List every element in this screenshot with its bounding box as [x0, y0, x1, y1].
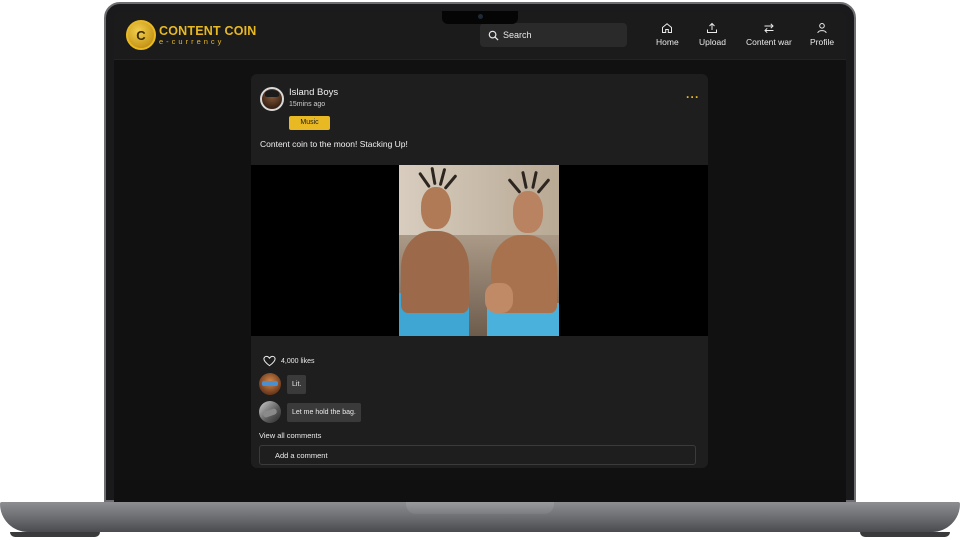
- avatar-glasses: [262, 381, 278, 386]
- comment-text: Let me hold the bag.: [287, 402, 361, 422]
- commenter-avatar[interactable]: [259, 401, 281, 423]
- likes-row: 4,000 likes: [263, 355, 314, 367]
- avatar-hair: [265, 90, 279, 97]
- commenter-avatar[interactable]: [259, 373, 281, 395]
- post-card: Island Boys 15mins ago Music ··· Content…: [251, 74, 708, 468]
- upload-icon: [707, 22, 718, 33]
- profile-icon: [817, 23, 827, 34]
- coin-logo-icon: C: [126, 20, 156, 50]
- video-head-left: [421, 187, 451, 229]
- view-all-comments-link[interactable]: View all comments: [259, 431, 321, 440]
- likes-count: 4,000 likes: [281, 357, 315, 365]
- video-head-right: [513, 191, 543, 233]
- nav-profile-label: Profile: [810, 37, 835, 47]
- content-war-icon: [764, 23, 774, 34]
- post-media[interactable]: [251, 165, 708, 336]
- post-caption: Content coin to the moon! Stacking Up!: [260, 139, 408, 149]
- home-icon: [662, 23, 673, 33]
- nav-home[interactable]: Home: [656, 22, 679, 47]
- post-tag[interactable]: Music: [289, 116, 330, 130]
- nav-profile[interactable]: Profile: [810, 22, 834, 47]
- more-options-icon[interactable]: ···: [686, 90, 700, 104]
- logo[interactable]: C CONTENT COIN e-currency: [126, 20, 257, 50]
- laptop-foot-right: [860, 532, 950, 537]
- laptop-base-notch: [406, 502, 554, 514]
- nav-content-war-label: Content war: [746, 37, 792, 47]
- search-box[interactable]: [480, 23, 627, 47]
- comment-text: Lit.: [287, 374, 307, 394]
- nav-upload[interactable]: Upload: [699, 22, 726, 47]
- heart-icon[interactable]: [263, 355, 276, 367]
- video-torso-left: [401, 231, 469, 313]
- logo-text: CONTENT COIN e-currency: [159, 23, 257, 46]
- avatar-car: [262, 407, 278, 419]
- nav-upload-label: Upload: [699, 37, 726, 47]
- post-video-thumbnail[interactable]: [399, 165, 559, 336]
- logo-subtitle: e-currency: [159, 37, 225, 46]
- post-time: 15mins ago: [289, 101, 326, 108]
- add-comment-input[interactable]: [259, 445, 696, 465]
- search-icon: [488, 30, 499, 41]
- post-author[interactable]: Island Boys: [289, 87, 338, 98]
- screen-chin: [114, 480, 846, 502]
- logo-title: CONTENT COIN: [159, 23, 257, 38]
- search-input[interactable]: [503, 30, 613, 40]
- comment-item: Let me hold the bag.: [259, 401, 361, 423]
- screen: C CONTENT COIN e-currency Home Upload Co…: [114, 12, 846, 480]
- camera-icon: [478, 14, 483, 19]
- comment-item: Lit.: [259, 373, 307, 395]
- video-fist: [485, 283, 513, 313]
- laptop-foot-left: [10, 532, 100, 537]
- author-avatar[interactable]: [260, 87, 284, 111]
- nav-home-label: Home: [656, 37, 679, 47]
- nav-content-war[interactable]: Content war: [746, 22, 792, 47]
- camera-notch: [442, 11, 518, 24]
